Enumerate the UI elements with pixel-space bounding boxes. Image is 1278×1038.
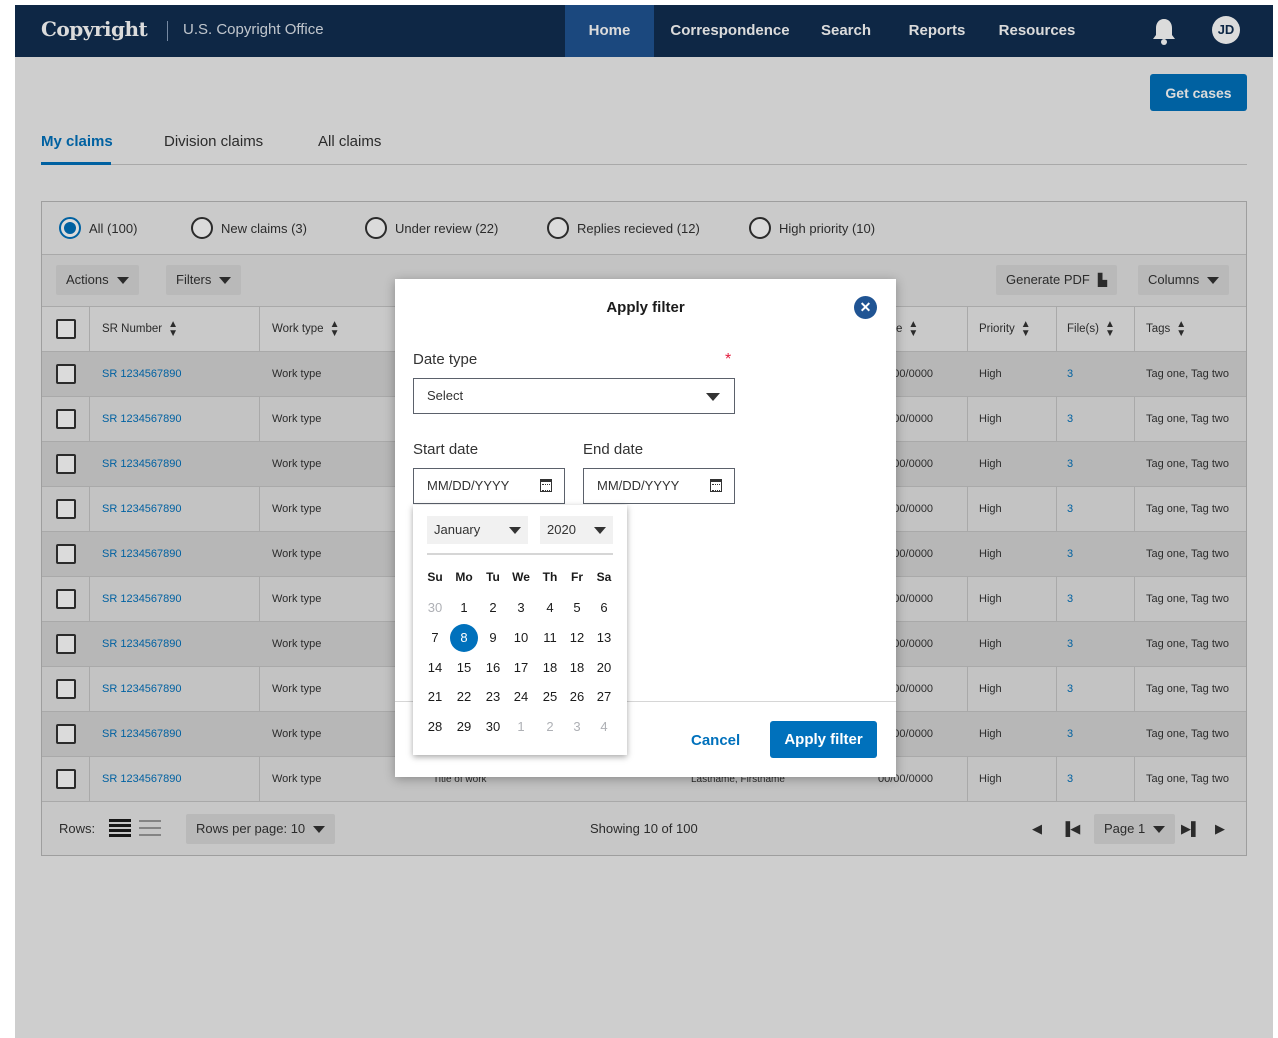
weekday-header: Fr <box>571 570 583 584</box>
end-date-placeholder: MM/DD/YYYY <box>597 478 680 493</box>
app-window: Copyright U.S. Copyright Office Home Cor… <box>15 5 1273 1038</box>
end-date-label: End date <box>583 441 644 458</box>
date-type-value: Select <box>427 388 464 403</box>
calendar-day[interactable]: 30 <box>479 714 507 740</box>
calendar-day[interactable]: 20 <box>590 655 618 681</box>
start-date-input[interactable]: MM/DD/YYYY <box>413 468 565 504</box>
calendar-day[interactable]: 14 <box>421 655 449 681</box>
calendar-day[interactable]: 28 <box>421 714 449 740</box>
calendar-day[interactable]: 23 <box>479 684 507 710</box>
calendar-day[interactable]: 18 <box>563 655 591 681</box>
weekday-header: Mo <box>455 570 473 584</box>
calendar-day[interactable]: 9 <box>479 625 507 651</box>
date-type-select[interactable]: Select <box>413 378 735 414</box>
modal-title: Apply filter <box>606 299 685 316</box>
year-value: 2020 <box>547 522 576 537</box>
start-date-placeholder: MM/DD/YYYY <box>427 478 510 493</box>
calendar-day[interactable]: 30 <box>421 595 449 621</box>
calendar-day[interactable]: 29 <box>450 714 478 740</box>
end-date-input[interactable]: MM/DD/YYYY <box>583 468 735 504</box>
weekday-header: Th <box>542 570 558 584</box>
calendar-day[interactable]: 10 <box>507 625 535 651</box>
apply-filter-button[interactable]: Apply filter <box>770 721 877 758</box>
calendar-day[interactable]: 21 <box>421 684 449 710</box>
calendar-day[interactable]: 11 <box>536 625 564 651</box>
month-select[interactable]: January <box>427 516 528 544</box>
calendar-day[interactable]: 26 <box>563 684 591 710</box>
calendar-day[interactable]: 2 <box>479 595 507 621</box>
calendar-day[interactable]: 1 <box>450 595 478 621</box>
required-indicator: * <box>725 351 732 368</box>
calendar-day[interactable]: 3 <box>563 714 591 740</box>
close-icon[interactable]: ✕ <box>854 296 877 319</box>
calendar-day-selected[interactable]: 8 <box>450 624 478 652</box>
calendar-day[interactable]: 4 <box>536 595 564 621</box>
caret-down-icon <box>594 527 606 534</box>
weekday-header: Sa <box>596 570 612 584</box>
cancel-button[interactable]: Cancel <box>691 732 740 749</box>
weekday-header: Tu <box>486 570 500 584</box>
calendar-day[interactable]: 7 <box>421 625 449 651</box>
calendar-day[interactable]: 4 <box>590 714 618 740</box>
weekday-header: We <box>512 570 530 584</box>
calendar-day[interactable]: 18 <box>536 655 564 681</box>
weekday-header: Su <box>427 570 443 584</box>
calendar-day[interactable]: 17 <box>507 655 535 681</box>
calendar-day[interactable]: 1 <box>507 714 535 740</box>
calendar-divider <box>427 553 613 555</box>
start-date-label: Start date <box>413 441 479 458</box>
calendar-day[interactable]: 15 <box>450 655 478 681</box>
calendar-day[interactable]: 5 <box>563 595 591 621</box>
calendar-day[interactable]: 16 <box>479 655 507 681</box>
calendar-icon[interactable] <box>540 479 552 492</box>
date-type-label: Date type <box>413 351 478 368</box>
year-select[interactable]: 2020 <box>540 516 613 544</box>
calendar-day[interactable]: 22 <box>450 684 478 710</box>
calendar-day[interactable]: 2 <box>536 714 564 740</box>
calendar-day[interactable]: 13 <box>590 625 618 651</box>
calendar-day[interactable]: 27 <box>590 684 618 710</box>
calendar-day[interactable]: 12 <box>563 625 591 651</box>
calendar-icon[interactable] <box>710 479 722 492</box>
calendar-day[interactable]: 6 <box>590 595 618 621</box>
date-picker-popup: January 2020 Su Mo Tu We Th Fr Sa 30 1 2… <box>413 505 627 755</box>
calendar-day[interactable]: 3 <box>507 595 535 621</box>
calendar-day[interactable]: 25 <box>536 684 564 710</box>
month-value: January <box>434 522 481 537</box>
caret-down-icon <box>509 527 521 534</box>
calendar-day[interactable]: 24 <box>507 684 535 710</box>
caret-down-icon <box>706 393 720 401</box>
